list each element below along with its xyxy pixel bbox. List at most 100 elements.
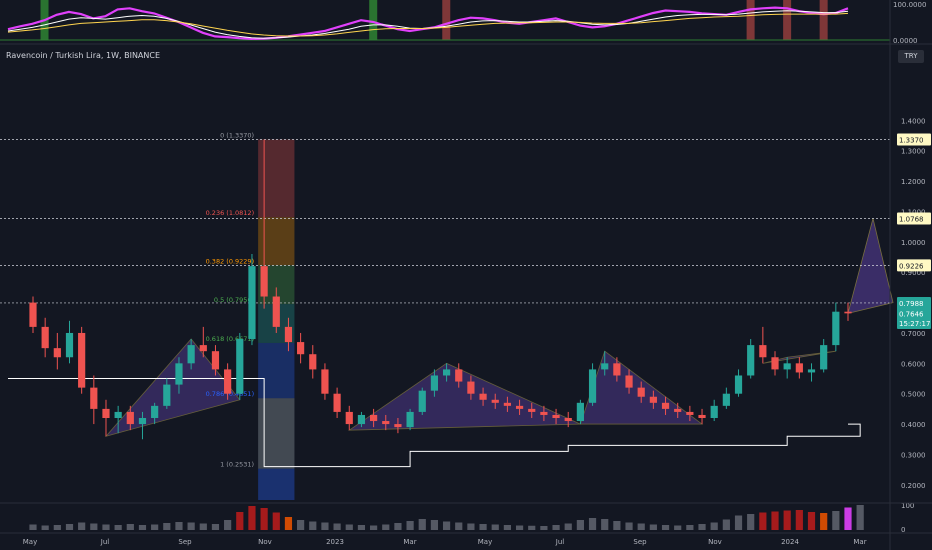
fib-label: 0.236 (1.0812) — [206, 209, 255, 217]
symbol-title: Ravencoin / Turkish Lira, 1W, BINANCE — [6, 51, 161, 60]
volume-bar — [783, 510, 791, 530]
volume-bar — [248, 506, 256, 530]
candle-body — [175, 363, 183, 385]
candle-body — [661, 402, 670, 409]
volume-bar — [832, 511, 840, 530]
candle-body — [467, 381, 475, 394]
osc-signal-bar — [783, 0, 792, 40]
price-label: 0.9226 — [899, 262, 924, 270]
volume-bar — [795, 510, 803, 530]
oscillator-panel: 100.00000.0000 — [0, 0, 926, 45]
volume-bar — [686, 525, 694, 530]
volume-bar — [856, 505, 864, 530]
price-tick-label: 0.7000 — [901, 330, 926, 338]
price-tick-label: 0.5000 — [901, 391, 926, 399]
price-tick-label: 0.2000 — [901, 482, 926, 490]
volume-bar — [637, 523, 645, 530]
volume-bar — [90, 523, 98, 530]
price-label: 1.3370 — [899, 137, 924, 145]
volume-bar — [418, 519, 426, 530]
candle-body — [102, 408, 110, 418]
candle-body — [260, 266, 268, 297]
volume-bar — [820, 513, 828, 530]
fibonacci-retracement: 0 (1.3370) 0.236 (1.0812) 0.382 (0.9229) 0.… — [0, 132, 890, 500]
candle-body — [211, 351, 220, 370]
time-tick-label: Mar — [403, 538, 416, 546]
volume-bar — [163, 523, 171, 530]
fib-zone-4 — [258, 342, 295, 399]
volume-bar — [430, 520, 439, 530]
volume-panel: 1000 — [29, 502, 914, 534]
volume-bar — [661, 525, 670, 530]
candle-body — [601, 363, 609, 370]
candle-body — [540, 411, 548, 415]
volume-bar — [698, 524, 706, 530]
candle-body — [710, 405, 718, 418]
candle-body — [442, 369, 451, 376]
currency-badge[interactable]: TRY — [898, 50, 924, 63]
volume-bar — [297, 520, 305, 530]
candle-body — [771, 357, 779, 370]
volume-bar — [528, 525, 536, 530]
candle-body — [564, 418, 572, 422]
candle-body — [552, 414, 560, 418]
candle-body — [138, 418, 147, 425]
volume-bar — [576, 520, 584, 530]
price-tick-label: 1.3000 — [901, 148, 926, 156]
volume-bar — [807, 512, 816, 530]
fib-label: 0 (1.3370) — [220, 132, 254, 140]
price-tick-label: 1.2000 — [901, 178, 926, 186]
candle-body — [406, 411, 414, 428]
candle-body — [284, 326, 293, 343]
candle-body — [795, 363, 803, 373]
candle-body — [90, 387, 98, 409]
volume-bar — [674, 525, 682, 530]
candle-body — [503, 402, 511, 406]
candle-body — [309, 354, 317, 370]
volume-bar — [747, 514, 755, 530]
volume-bar — [175, 522, 183, 530]
volume-bar — [151, 524, 159, 530]
volume-bar — [394, 523, 402, 530]
fib-label: 0.618 (0.6671) — [206, 335, 255, 343]
volume-bar — [540, 526, 548, 530]
time-tick-label: May — [478, 538, 492, 546]
time-tick-label: 2024 — [781, 538, 799, 546]
candle-body — [674, 408, 682, 412]
candle-body — [333, 393, 341, 412]
fib-label: 1 (0.2531) — [220, 461, 254, 469]
time-tick-label: Nov — [258, 538, 272, 546]
volume-bar — [321, 522, 329, 530]
price-tick-label: 1.4000 — [901, 117, 926, 125]
volume-bar — [126, 524, 134, 530]
volume-bar — [333, 523, 341, 530]
candle-body — [698, 414, 706, 418]
price-label: 0.7988 — [899, 300, 924, 308]
osc-signal-bar — [746, 0, 755, 40]
volume-bar — [552, 525, 560, 530]
chart-canvas[interactable]: 100.00000.0000 1.40001.30001.20001.10001… — [0, 0, 932, 550]
candle-body — [686, 411, 694, 415]
candle-body — [528, 408, 536, 412]
candle-body — [151, 405, 159, 418]
volume-bar — [370, 525, 378, 530]
candle-body — [491, 399, 499, 403]
candle-body — [747, 345, 755, 376]
chart-root: 100.0000 0.0000 1.4000 1.3000 1.2000 1.1000 1… — [0, 0, 932, 550]
candle-body — [613, 363, 621, 376]
osc-tick-label: 100.0000 — [893, 1, 926, 9]
volume-bar — [345, 524, 353, 530]
candle-body — [224, 369, 232, 394]
harmonic-patterns — [104, 218, 894, 437]
osc-signal-bar — [442, 0, 451, 40]
volume-bar — [309, 521, 317, 530]
price-label: 15:27:17 — [899, 320, 930, 328]
candle-body — [357, 414, 366, 425]
volume-bar — [759, 512, 767, 530]
volume-bar — [844, 507, 852, 530]
candle-body — [370, 414, 378, 422]
volume-bar — [722, 519, 730, 530]
candle-body — [272, 296, 280, 327]
volume-bar — [503, 525, 511, 530]
time-tick-label: Sep — [178, 538, 192, 546]
